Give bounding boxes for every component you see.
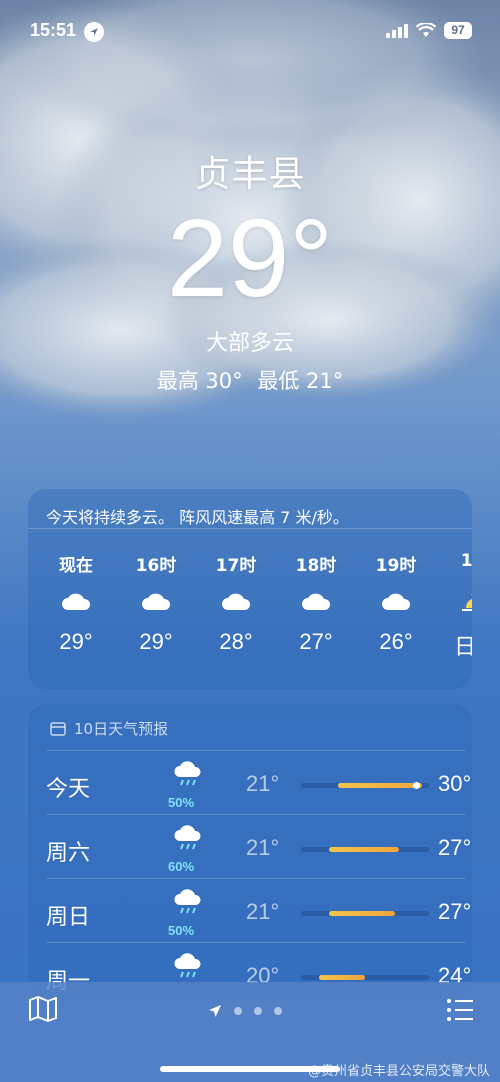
hourly-summary: 今天将持续多云。 阵风风速最高 7 米/秒。 xyxy=(28,489,472,529)
high-temp: 27° xyxy=(438,835,472,860)
cloud-icon xyxy=(276,581,356,621)
hour-temp: 26° xyxy=(379,629,413,654)
map-icon xyxy=(29,996,57,1022)
map-button[interactable] xyxy=(28,996,58,1026)
hour-item: 19: 日落 xyxy=(436,551,472,661)
high-low: 最高 30° 最低 21° xyxy=(0,365,500,395)
status-bar: 15:51 97 xyxy=(0,18,500,48)
precip-percent: 50% xyxy=(168,923,195,938)
sunset-icon xyxy=(436,581,472,621)
hour-temp: 28° xyxy=(219,629,253,654)
day-label: 今天 xyxy=(46,777,91,802)
ten-day-forecast-card[interactable]: 10日天气预报 今天 50% 21° 30° 周六 60% 21° 27° 周日… xyxy=(28,704,472,1004)
calendar-icon xyxy=(50,722,66,736)
hour-label: 现在 xyxy=(59,556,93,576)
hourly-forecast-card[interactable]: 今天将持续多云。 阵风风速最高 7 米/秒。 现在 29° 16时 29° 17… xyxy=(28,489,472,689)
forecast-row[interactable]: 周日 50% 21° 27° xyxy=(46,878,471,943)
precip-percent: 60% xyxy=(168,859,195,874)
temp-range-bar xyxy=(301,782,429,789)
status-time: 15:51 xyxy=(30,20,77,40)
hour-label: 19时 xyxy=(375,556,417,576)
cloud-rain-icon xyxy=(171,951,205,985)
low-temp: 21° xyxy=(246,899,280,924)
watermark: @贵州省贞丰县公安局交警大队 xyxy=(307,1064,490,1079)
current-temp-dot xyxy=(413,782,420,789)
current-temperature: 29° xyxy=(166,197,334,320)
page-dot[interactable] xyxy=(274,1007,282,1015)
low-temp: 21° xyxy=(246,835,280,860)
location-arrow-icon xyxy=(84,22,104,42)
city-list-button[interactable] xyxy=(446,998,474,1026)
current-weather: 贞丰县 29° 大部多云 最高 30° 最低 21° xyxy=(0,145,500,395)
cloud-icon xyxy=(356,581,436,621)
hour-item: 17时 28° xyxy=(196,551,276,661)
day-label: 周日 xyxy=(46,905,91,930)
hour-item: 现在 29° xyxy=(36,551,116,661)
cloud-icon xyxy=(116,581,196,621)
list-icon xyxy=(447,999,473,1021)
temp-range-bar xyxy=(301,911,429,916)
wifi-icon xyxy=(416,23,436,37)
high-temp: 最高 30° xyxy=(156,369,243,393)
signal-icon xyxy=(386,23,408,38)
forecast-row[interactable]: 周六 60% 21° 27° xyxy=(46,814,471,879)
cloud-rain-icon xyxy=(171,759,205,793)
hour-label: 19: xyxy=(460,551,472,571)
hourly-list[interactable]: 现在 29° 16时 29° 17时 28° 18时 27° 19时 26° 1… xyxy=(36,551,472,661)
hour-item: 19时 26° xyxy=(356,551,436,661)
cloud-icon xyxy=(36,581,116,621)
hour-label: 18时 xyxy=(295,556,337,576)
high-temp: 30° xyxy=(438,771,472,796)
hour-label: 17时 xyxy=(215,556,257,576)
day-label: 周六 xyxy=(46,841,91,866)
cloud-rain-icon xyxy=(171,887,205,921)
low-temp: 最低 21° xyxy=(257,369,344,393)
hour-temp: 29° xyxy=(59,629,93,654)
page-dot[interactable] xyxy=(254,1007,262,1015)
hour-label: 16时 xyxy=(135,556,177,576)
location-arrow-icon xyxy=(209,1005,221,1017)
hour-item: 16时 29° xyxy=(116,551,196,661)
precip-percent: 50% xyxy=(168,795,195,810)
cloud-rain-icon xyxy=(171,823,205,857)
ten-day-title: 10日天气预报 xyxy=(74,720,169,738)
battery-indicator: 97 xyxy=(444,22,472,39)
ten-day-header: 10日天气预报 xyxy=(50,718,168,739)
low-temp: 21° xyxy=(246,771,280,796)
temp-range-bar xyxy=(301,847,429,852)
temp-range-bar xyxy=(301,975,429,980)
hour-temp: 27° xyxy=(299,629,333,654)
hour-item: 18时 27° xyxy=(276,551,356,661)
city-name: 贞丰县 xyxy=(194,154,306,195)
hour-temp: 日落 xyxy=(453,634,472,659)
cloud-icon xyxy=(196,581,276,621)
hour-temp: 29° xyxy=(139,629,173,654)
condition-text: 大部多云 xyxy=(205,331,294,356)
forecast-row[interactable]: 今天 50% 21° 30° xyxy=(46,750,471,815)
page-indicator[interactable] xyxy=(208,1004,282,1018)
page-dot[interactable] xyxy=(234,1007,242,1015)
high-temp: 27° xyxy=(438,899,472,924)
